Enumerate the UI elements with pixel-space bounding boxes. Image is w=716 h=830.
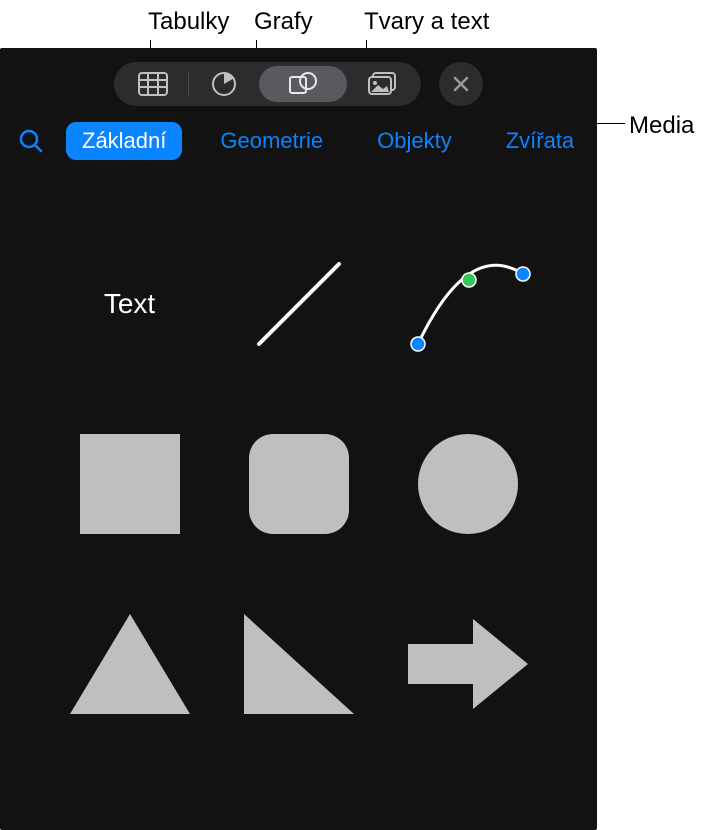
circle-icon	[418, 434, 518, 534]
shape-rounded-square[interactable]	[229, 424, 369, 544]
line-icon	[239, 244, 359, 364]
triangle-icon	[70, 614, 190, 714]
shapes-tab[interactable]	[259, 66, 347, 102]
search-icon	[18, 128, 44, 154]
text-shape-label: Text	[104, 288, 155, 320]
shapes-icon	[288, 71, 318, 97]
callout-media: Media	[629, 112, 694, 140]
search-button[interactable]	[18, 126, 44, 156]
callout-shapes-text: Tvary a text	[364, 8, 489, 36]
category-tab-animals[interactable]: Zvířata	[490, 122, 590, 160]
close-icon	[452, 75, 470, 93]
shape-line[interactable]	[229, 244, 369, 364]
shape-square[interactable]	[60, 424, 200, 544]
media-icon	[367, 72, 397, 96]
category-row: Základní Geometrie Objekty Zvířata	[0, 116, 597, 174]
insert-panel: Základní Geometrie Objekty Zvířata Text	[0, 48, 597, 830]
tables-tab[interactable]	[118, 66, 188, 102]
square-icon	[80, 434, 180, 534]
insert-toolbar	[0, 48, 597, 116]
curve-icon	[398, 244, 538, 364]
media-tab[interactable]	[347, 66, 417, 102]
shape-arrow-right[interactable]	[398, 604, 538, 724]
table-icon	[138, 72, 168, 96]
callout-tables: Tabulky	[148, 8, 229, 36]
shape-curve[interactable]	[398, 244, 538, 364]
category-tab-geometry[interactable]: Geometrie	[204, 122, 339, 160]
arrow-right-icon	[408, 619, 528, 709]
shape-text[interactable]: Text	[60, 244, 200, 364]
category-tab-basic[interactable]: Základní	[66, 122, 182, 160]
shape-circle[interactable]	[398, 424, 538, 544]
insert-type-segmented	[114, 62, 421, 106]
category-tab-objects[interactable]: Objekty	[361, 122, 468, 160]
shapes-grid: Text	[0, 174, 597, 754]
shape-triangle[interactable]	[60, 604, 200, 724]
callout-charts: Grafy	[254, 8, 313, 36]
shape-right-triangle[interactable]	[229, 604, 369, 724]
pie-chart-icon	[211, 71, 237, 97]
right-triangle-icon	[244, 614, 354, 714]
rounded-square-icon	[249, 434, 349, 534]
close-button[interactable]	[439, 62, 483, 106]
charts-tab[interactable]	[189, 66, 259, 102]
